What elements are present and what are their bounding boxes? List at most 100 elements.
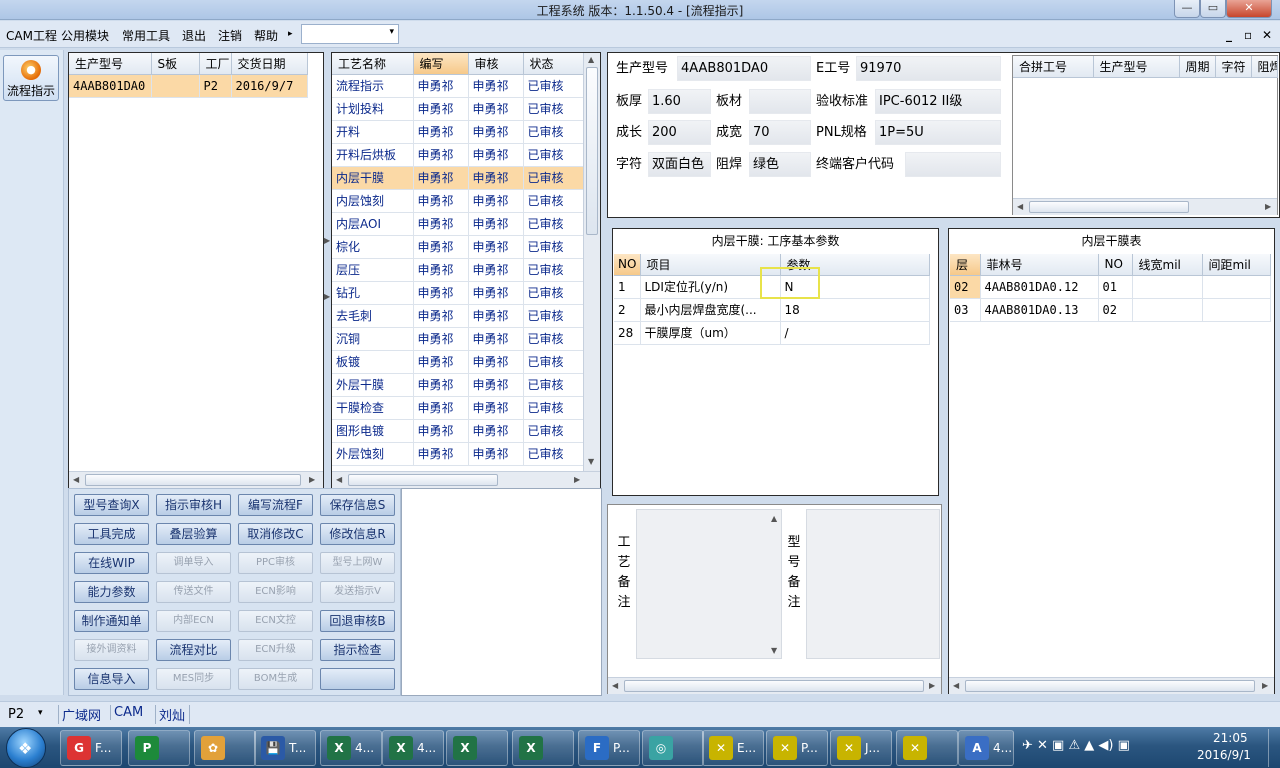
menu-cam[interactable]: CAM工程 [6, 27, 57, 44]
material-field[interactable] [749, 89, 811, 114]
action-button[interactable]: 工具完成 [74, 523, 149, 545]
model-notes-textarea[interactable] [806, 509, 940, 659]
action-button[interactable]: 调单导入 [156, 552, 231, 574]
menu-exit[interactable]: 退出 [182, 27, 206, 44]
notes-hscrollbar[interactable]: ◀ ▶ [608, 677, 941, 694]
film-col-line-width[interactable]: 线宽mil [1132, 254, 1203, 276]
process-col-reviewer[interactable]: 审核 [468, 53, 524, 75]
action-button[interactable]: 接外调资料 [74, 639, 149, 661]
standard-field[interactable]: IPC-6012 II级 [875, 89, 1001, 114]
action-button[interactable]: 信息导入 [74, 668, 149, 690]
film-hscrollbar[interactable]: ◀ ▶ [949, 677, 1274, 694]
process-vscrollbar[interactable]: ▲ ▼ [583, 53, 600, 471]
model-field[interactable]: 4AAB801DA0 [677, 56, 811, 81]
process-row[interactable]: 干膜检查 申勇祁 申勇祁 已审核 [332, 396, 584, 420]
show-desktop-button[interactable] [1268, 729, 1280, 767]
process-hscrollbar[interactable]: ◀ ▶ [332, 471, 600, 488]
taskbar-app-button[interactable]: X 4... [382, 730, 444, 766]
process-row[interactable]: 外层干膜 申勇祁 申勇祁 已审核 [332, 373, 584, 397]
film-col-film-no[interactable]: 菲林号 [980, 254, 1099, 276]
action-button[interactable]: 型号查询X [74, 494, 149, 516]
taskbar-app-button[interactable]: ✕ [896, 730, 958, 766]
merge-hscrollbar[interactable]: ◀ ▶ [1013, 198, 1277, 215]
process-col-name[interactable]: 工艺名称 [332, 53, 414, 75]
action-button[interactable]: 在线WIP [74, 552, 149, 574]
action-button[interactable]: 保存信息S [320, 494, 395, 516]
taskbar-app-button[interactable]: G F... [60, 730, 122, 766]
order-hscroll-thumb[interactable] [85, 474, 301, 486]
length-field[interactable]: 200 [648, 120, 711, 145]
pnl-field[interactable]: 1P=5U [875, 120, 1001, 145]
merge-col-model[interactable]: 生产型号 [1093, 56, 1180, 78]
process-row[interactable]: 计划投料 申勇祁 申勇祁 已审核 [332, 97, 584, 121]
process-row[interactable]: 开料 申勇祁 申勇祁 已审核 [332, 120, 584, 144]
taskbar-app-button[interactable]: ✿ [194, 730, 256, 766]
action-button[interactable]: MES同步 [156, 668, 231, 690]
splitter-handle[interactable]: ▶ ▶ [324, 236, 330, 306]
taskbar-app-button[interactable]: ✕ J... [830, 730, 892, 766]
process-col-status[interactable]: 状态 [523, 53, 584, 75]
mdi-minimize-button[interactable]: _ [1226, 28, 1232, 42]
mask-field[interactable]: 绿色 [749, 152, 811, 177]
params-col-no[interactable]: NO [614, 254, 641, 276]
order-col-date[interactable]: 交货日期 [231, 53, 308, 75]
merge-col-mask[interactable]: 阻焊 [1251, 56, 1278, 78]
film-col-no[interactable]: NO [1098, 254, 1133, 276]
process-row[interactable]: 去毛刺 申勇祁 申勇祁 已审核 [332, 304, 584, 328]
process-row[interactable]: 内层干膜 申勇祁 申勇祁 已审核 [332, 166, 584, 190]
taskbar-app-button[interactable]: F P... [578, 730, 640, 766]
char-field[interactable]: 双面白色 [648, 152, 711, 177]
menu-tools[interactable]: 常用工具 [122, 27, 170, 44]
params-col-item[interactable]: 项目 [640, 254, 781, 276]
action-button[interactable]: 指示审核H [156, 494, 231, 516]
start-button[interactable]: ❖ [6, 728, 46, 768]
merge-col-cycle[interactable]: 周期 [1179, 56, 1216, 78]
process-hscroll-thumb[interactable] [348, 474, 498, 486]
film-col-layer[interactable]: 层 [950, 254, 981, 276]
process-row[interactable]: 图形电镀 申勇祁 申勇祁 已审核 [332, 419, 584, 443]
maximize-button[interactable]: ▭ [1200, 0, 1226, 18]
taskbar-app-button[interactable]: P [128, 730, 190, 766]
factory-selector[interactable]: P2 [8, 707, 24, 722]
process-row[interactable]: 外层蚀刻 申勇祁 申勇祁 已审核 [332, 442, 584, 466]
menu-help[interactable]: 帮助 [254, 27, 278, 44]
taskbar-app-button[interactable]: ✕ P... [766, 730, 828, 766]
params-row[interactable]: 2 最小内层焊盘宽度(... 18 [614, 298, 930, 322]
film-row[interactable]: 02 4AAB801DA0.12 01 [950, 275, 1271, 299]
tray-icons[interactable]: ✈ ✕ ▣ ⚠ ▲ ◀) ▣ [1022, 738, 1130, 753]
menu-logout[interactable]: 注销 [218, 27, 242, 44]
taskbar-app-button[interactable]: 💾 T... [254, 730, 316, 766]
flow-indicator-button[interactable]: ● 流程指示 [3, 55, 59, 101]
action-button[interactable]: 叠层验算 [156, 523, 231, 545]
factory-dropdown-icon[interactable]: ▾ [38, 708, 43, 718]
taskbar-app-button[interactable]: A 4... [958, 730, 1014, 766]
mdi-close-button[interactable]: ✕ [1262, 28, 1272, 42]
process-col-writer[interactable]: 编写 [413, 53, 469, 75]
action-button[interactable]: BOM生成 [238, 668, 313, 690]
process-row[interactable]: 沉铜 申勇祁 申勇祁 已审核 [332, 327, 584, 351]
action-button[interactable]: 取消修改C [238, 523, 313, 545]
merge-col-job[interactable]: 合拼工号 [1013, 56, 1094, 78]
mdi-restore-button[interactable]: ▫ [1244, 28, 1252, 42]
action-button[interactable]: 制作通知单 [74, 610, 149, 632]
process-row[interactable]: 板镀 申勇祁 申勇祁 已审核 [332, 350, 584, 374]
minimize-button[interactable]: — [1174, 0, 1200, 18]
action-button[interactable]: 修改信息R [320, 523, 395, 545]
order-row[interactable]: 4AAB801DA0 P2 2016/9/7 [69, 74, 308, 98]
order-col-s[interactable]: S板 [151, 53, 200, 75]
order-col-factory[interactable]: 工厂 [199, 53, 232, 75]
process-vscroll-thumb[interactable] [586, 67, 598, 235]
width-field[interactable]: 70 [749, 120, 811, 145]
action-button[interactable]: ECN升级 [238, 639, 313, 661]
taskbar-app-button[interactable]: ✕ E... [702, 730, 764, 766]
action-button[interactable]: 流程对比 [156, 639, 231, 661]
merge-hscroll-thumb[interactable] [1029, 201, 1189, 213]
action-button[interactable] [320, 668, 395, 690]
process-row[interactable]: 开料后烘板 申勇祁 申勇祁 已审核 [332, 143, 584, 167]
action-button[interactable]: 指示检查 [320, 639, 395, 661]
action-button[interactable]: 内部ECN [156, 610, 231, 632]
action-button[interactable]: 回退审核B [320, 610, 395, 632]
close-button[interactable]: ✕ [1226, 0, 1272, 18]
customer-code-field[interactable] [905, 152, 1001, 177]
action-button[interactable]: 能力参数 [74, 581, 149, 603]
